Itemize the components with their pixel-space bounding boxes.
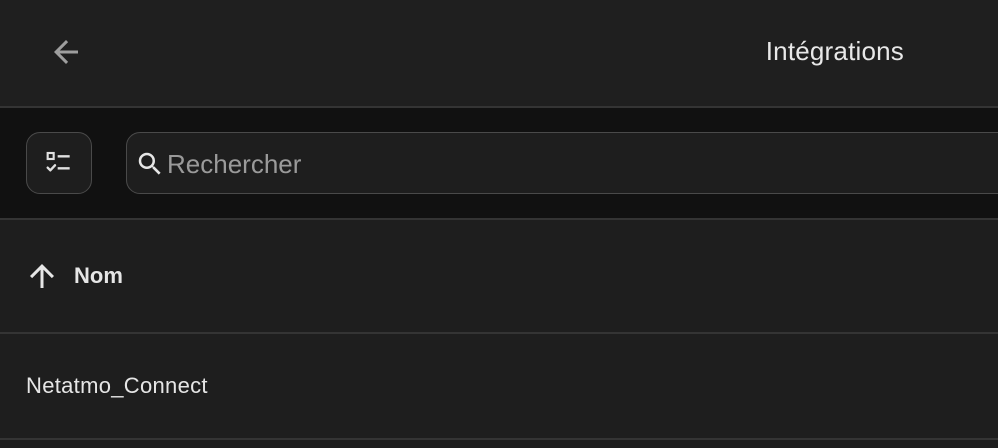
search-field[interactable] (126, 132, 998, 194)
search-icon (138, 152, 161, 175)
table-row[interactable]: Netatmo_Connect (0, 334, 998, 440)
back-button[interactable] (36, 22, 96, 82)
app-bar: Intégrations (0, 0, 998, 108)
table-header: Nom (0, 220, 998, 334)
integrations-page: Intégrations Nom Netatmo_Connect (0, 0, 998, 448)
column-header-name[interactable]: Nom (24, 258, 123, 294)
integration-name: Netatmo_Connect (26, 373, 208, 398)
arrow-left-icon (54, 40, 78, 64)
filter-button[interactable] (26, 132, 92, 194)
column-label: Nom (74, 263, 123, 288)
filter-list-icon (46, 151, 70, 172)
page-title: Intégrations (765, 36, 904, 66)
search-toolbar (0, 108, 998, 220)
arrow-up-icon (30, 264, 54, 288)
search-input[interactable] (165, 143, 969, 185)
